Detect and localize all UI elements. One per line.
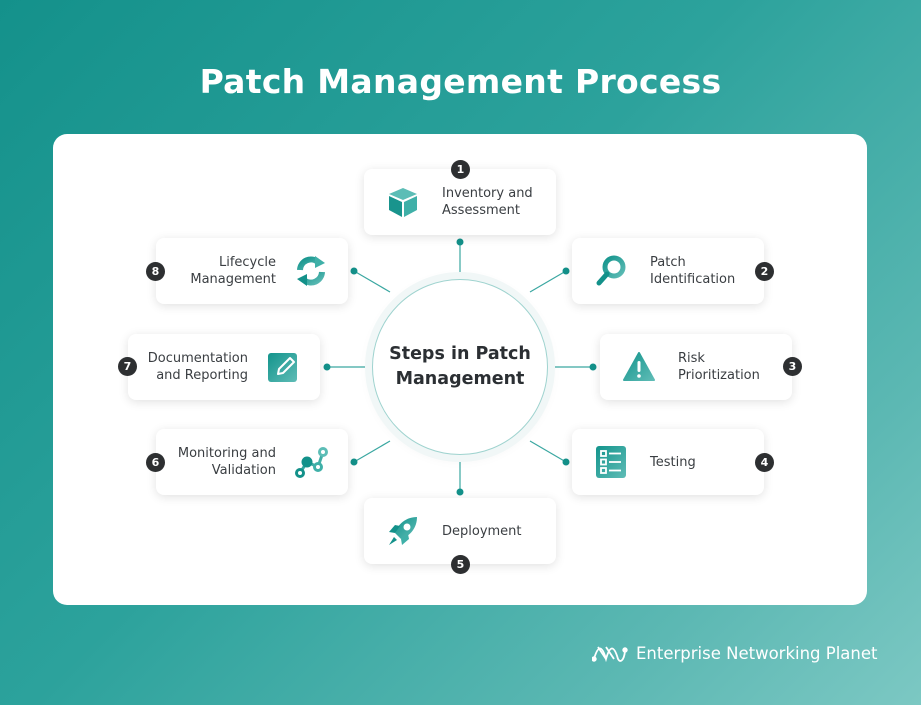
- infographic: Patch Management Process Steps in Patch …: [0, 0, 921, 705]
- connector-4: [529, 440, 567, 463]
- connector-6: [353, 440, 391, 463]
- connector-dot-4: [562, 458, 570, 466]
- step-number-badge: 2: [755, 262, 774, 281]
- connector-dot-3: [589, 363, 597, 371]
- refresh-icon: [297, 256, 325, 286]
- checklist-icon: [596, 446, 626, 478]
- step-lifecycle-management: Lifecycle Management: [156, 238, 348, 304]
- connector-dot-2: [562, 267, 570, 275]
- connector-8: [353, 270, 391, 293]
- step-number-badge: 6: [146, 453, 165, 472]
- step-documentation-reporting: Documentation and Reporting: [128, 334, 320, 400]
- step-patch-identification: Patch Identification: [572, 238, 764, 304]
- step-number-badge: 8: [146, 262, 165, 281]
- step-testing: Testing: [572, 429, 764, 495]
- cube-icon: [389, 188, 417, 217]
- warning-icon: [623, 352, 655, 381]
- connector-2: [529, 270, 567, 293]
- step-label: Testing: [650, 454, 696, 470]
- brand-logo: Enterprise Networking Planet: [592, 641, 878, 665]
- rocket-icon: [389, 517, 417, 545]
- brand-name: Enterprise Networking Planet: [636, 643, 878, 663]
- step-number-badge: 5: [451, 555, 470, 574]
- step-label: Risk Prioritization: [678, 351, 760, 383]
- connector-dot-5: [456, 488, 464, 496]
- step-label: Deployment: [442, 523, 522, 539]
- hub-circle: Steps in Patch Management: [372, 279, 548, 455]
- step-number-badge: 4: [755, 453, 774, 472]
- network-logo-icon: [592, 646, 628, 663]
- magnifier-icon: [596, 255, 626, 286]
- step-monitoring-validation: Monitoring and Validation: [156, 429, 348, 495]
- connector-dot-7: [323, 363, 331, 371]
- step-label: Lifecycle Management: [190, 255, 276, 287]
- step-label: Documentation and Reporting: [147, 351, 248, 383]
- edit-icon: [268, 353, 297, 382]
- step-number-badge: 3: [783, 357, 802, 376]
- step-label: Patch Identification: [650, 255, 736, 287]
- step-number-badge: 7: [118, 357, 137, 376]
- step-label: Inventory and Assessment: [442, 186, 533, 218]
- connector-dot-1: [456, 238, 464, 246]
- graph-nodes-icon: [295, 447, 328, 478]
- hub-label: Steps in Patch Management: [389, 344, 531, 389]
- connector-dot-8: [350, 267, 358, 275]
- step-risk-prioritization: Risk Prioritization: [600, 334, 792, 400]
- step-number-badge: 1: [451, 160, 470, 179]
- connector-dot-6: [350, 458, 358, 466]
- step-label: Monitoring and Validation: [177, 446, 276, 478]
